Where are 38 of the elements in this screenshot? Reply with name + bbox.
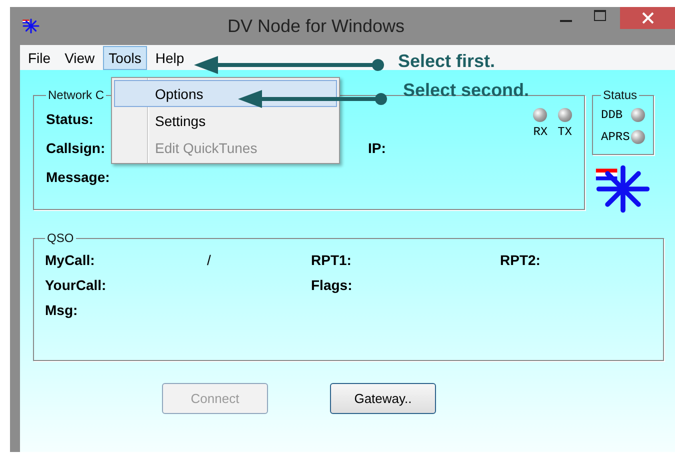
field-label: MyCall: [45, 252, 95, 268]
led-icon [631, 108, 645, 122]
button[interactable]: Gateway.. [330, 383, 436, 414]
led-icon [631, 130, 645, 144]
field-label: Flags: [311, 276, 352, 292]
close-icon [642, 12, 654, 24]
led-label: RX [533, 125, 548, 139]
group-title: Status [602, 88, 638, 102]
app-logo-icon [22, 17, 40, 35]
separator-text: / [207, 252, 211, 268]
logo-icon [594, 163, 652, 215]
field-label: Msg: [45, 302, 78, 318]
menu-item[interactable]: Tools [102, 46, 148, 70]
menu-item[interactable]: Help [149, 46, 190, 70]
led-icon [558, 108, 572, 122]
close-button[interactable] [620, 7, 675, 29]
menu-item[interactable]: File [22, 46, 57, 70]
field-label: YourCall: [45, 276, 106, 292]
group-title: Network C [47, 88, 106, 102]
field-label: Message: [46, 168, 110, 184]
led-label: TX [558, 125, 572, 139]
led-label: APRS [601, 130, 630, 144]
minimize-icon [560, 20, 572, 22]
led-icon [533, 108, 548, 122]
field-label: RPT1: [311, 252, 352, 268]
field-label: Status: [46, 110, 94, 126]
annotation-text: Select second. [403, 80, 530, 101]
window-title: DV Node for Windows [226, 16, 406, 36]
maximize-icon [594, 10, 606, 22]
field-label: IP: [368, 140, 386, 156]
field-label: Callsign: [46, 140, 106, 156]
field-label: RPT2: [500, 252, 540, 268]
group-title: QSO [46, 231, 75, 245]
menu-item[interactable]: Options [114, 80, 337, 107]
led-label: DDB [601, 108, 623, 122]
menu-item[interactable]: View [58, 46, 101, 70]
annotation-text: Select first. [398, 51, 496, 72]
menu-item[interactable]: Settings [114, 107, 337, 134]
